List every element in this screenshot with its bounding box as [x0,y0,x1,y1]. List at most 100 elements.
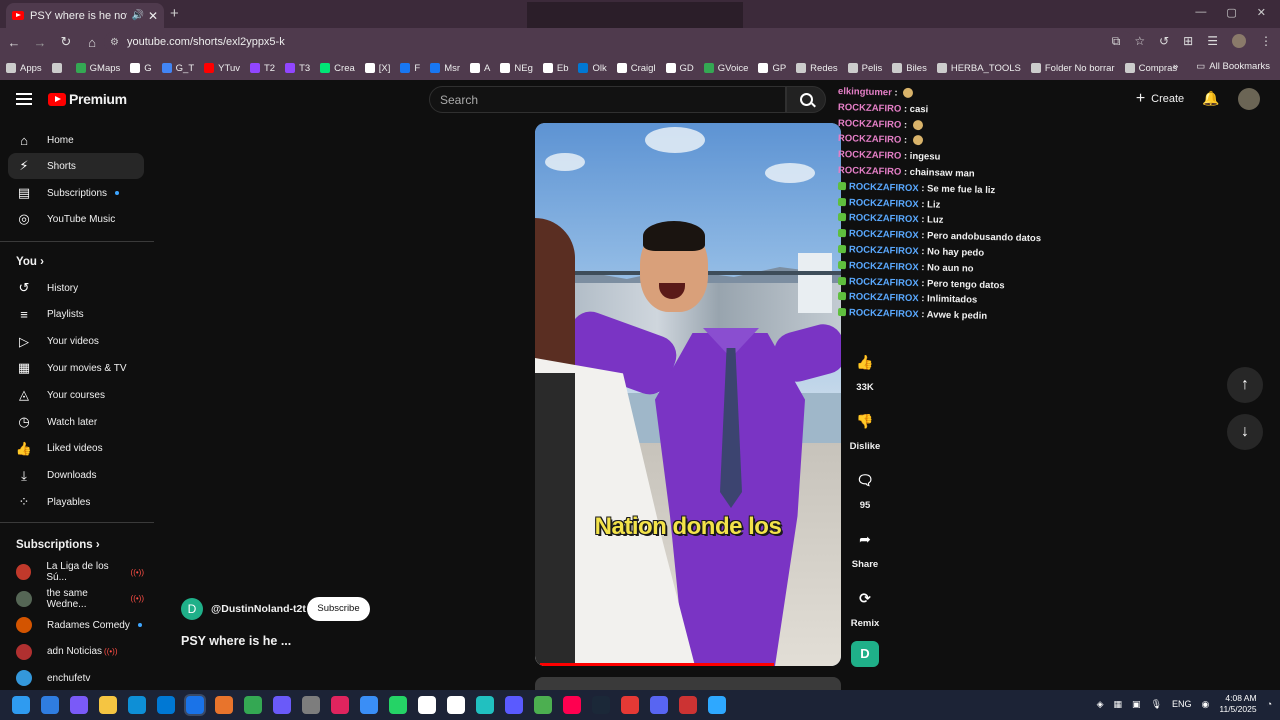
extension-icon[interactable]: ⊞ [1183,34,1193,49]
bookmark-item[interactable]: HERBA_TOOLS [936,63,1021,74]
subscription-item[interactable]: La Liga de los Sú... ((•)) [8,559,144,585]
taskbar-app-icon[interactable] [273,696,291,714]
minimize-button[interactable]: — [1195,6,1206,19]
bookmark-item[interactable]: G_T [161,63,194,74]
sidebar-item[interactable]: ◎ YouTube Music [8,206,144,232]
bookmark-item[interactable]: Olk [578,63,607,74]
subscription-item[interactable]: enchufetv [8,665,144,691]
remix-icon[interactable]: ⟳ [851,584,879,612]
user-avatar[interactable] [1238,88,1260,110]
taskbar-app-icon[interactable] [476,696,494,714]
subscription-item[interactable]: adn Noticias ((•)) [8,639,144,665]
share-arrow-icon[interactable]: ➦ [851,525,879,553]
language-indicator[interactable]: ENG [1172,699,1192,709]
create-button[interactable]: + Create [1128,86,1192,112]
sidebar-item[interactable]: ◷ Watch later [8,409,144,435]
bookmark-item[interactable]: F [400,63,420,74]
bookmark-item[interactable]: Biles [892,63,927,74]
home-icon[interactable]: ⌂ [80,35,104,50]
profile-avatar[interactable] [1232,34,1246,48]
reload-icon[interactable]: ↻ [54,34,78,50]
taskbar-app-icon[interactable] [244,696,262,714]
dislike-thumb-icon[interactable]: 👎 [851,407,879,435]
taskbar-app-icon[interactable] [99,696,117,714]
share-action[interactable]: ➦ Share [845,525,885,571]
comments-action[interactable]: 🗨 95 [845,466,885,512]
clock[interactable]: 4:08 AM 11/5/2025 [1219,693,1256,715]
bookmark-item[interactable]: GP [758,63,786,74]
bookmark-item[interactable]: GVoice [703,63,748,74]
short-video-player[interactable]: Nation donde los [535,123,841,666]
bookmark-item[interactable]: Msr [430,63,460,74]
subscription-item[interactable]: Radames Comedy [8,612,144,638]
channel-thumbnail-button[interactable]: D [851,641,879,667]
notification-center-icon[interactable]: ◔ [1267,699,1272,709]
menu-kebab-icon[interactable]: ⋮ [1260,34,1272,49]
tab-close-icon[interactable]: ✕ [148,9,158,23]
like-action[interactable]: 👍 33K [845,348,885,394]
next-short-arrow-icon[interactable]: ↓ [1227,414,1263,450]
like-thumb-icon[interactable]: 👍 [851,348,879,376]
bookmark-item[interactable]: A [470,63,490,74]
sidebar-item[interactable]: ⌂ Home [8,127,144,153]
bookmark-item[interactable]: G [130,63,152,74]
forward-arrow-icon[interactable]: → [28,35,52,50]
browser-tab[interactable]: PSY where is he now #fyp # 🔊 ✕ [6,3,164,28]
bookmark-item[interactable]: T2 [249,63,275,74]
microphone-icon[interactable]: 🎙 [1151,699,1162,710]
tab-search-icon[interactable]: ☰ [1207,34,1218,49]
taskbar-app-icon[interactable] [128,696,146,714]
bookmark-item[interactable]: Craigl [616,63,656,74]
bookmark-item[interactable]: GMaps [75,63,120,74]
taskbar-app-icon[interactable] [708,696,726,714]
sidebar-item[interactable]: ↺ History [8,275,144,301]
sidebar-item[interactable]: 👍 Liked videos [8,436,144,462]
channel-avatar[interactable]: D [181,598,203,620]
taskbar-app-icon[interactable] [592,696,610,714]
taskbar-app-icon[interactable] [70,696,88,714]
bookmark-item[interactable]: Apps [6,63,42,74]
bookmark-item[interactable]: Crea [320,63,355,74]
audio-playing-icon[interactable]: 🔊 [131,10,143,21]
bookmark-item[interactable]: Compras [1124,63,1177,74]
taskbar-app-icon[interactable] [679,696,697,714]
wifi-volume-icon[interactable]: ◉ [1202,699,1210,710]
channel-handle[interactable]: @DustinNoland-t2t [211,603,306,615]
bookmark-item[interactable]: Pelis [847,63,882,74]
notifications-bell-icon[interactable]: 🔔 [1202,90,1220,108]
subscribe-button[interactable]: Subscribe [307,597,370,621]
bookmark-item[interactable]: [X] [364,63,390,74]
bookmarks-overflow-icon[interactable]: » [1173,61,1178,72]
bookmark-item[interactable]: GD [665,63,694,74]
taskbar-app-icon[interactable] [563,696,581,714]
next-short-preview[interactable] [535,677,841,690]
previous-short-arrow-icon[interactable]: ↑ [1227,367,1263,403]
network-icon[interactable]: ◈ [1097,699,1104,710]
bookmark-star-icon[interactable]: ☆ [1134,34,1145,49]
sidebar-item[interactable]: ⚡ Shorts [8,153,144,179]
bookmark-item[interactable] [51,63,66,73]
search-input[interactable]: Search [429,86,786,113]
bookmark-item[interactable]: NEg [500,63,533,74]
taskbar-app-icon[interactable] [621,696,639,714]
tray-app-icon[interactable]: ▦ [1114,699,1123,710]
search-button[interactable] [786,86,826,113]
taskbar-app-icon[interactable] [157,696,175,714]
all-bookmarks[interactable]: » ▭ All Bookmarks [1173,61,1270,72]
taskbar-app-icon[interactable] [360,696,378,714]
bookmark-item[interactable]: Redes [796,63,838,74]
install-app-icon[interactable]: ⧉ [1112,34,1121,49]
taskbar-app-icon[interactable] [215,696,233,714]
video-progress-bar[interactable] [540,663,774,666]
close-window-button[interactable]: ✕ [1257,6,1266,19]
windows-start-icon[interactable] [12,696,30,714]
address-bar[interactable]: ⚙ youtube.com/shorts/exl2yppx5-k [104,31,1134,53]
bookmark-item[interactable]: Eb [542,63,568,74]
sidebar-item[interactable]: ▦ Your movies & TV [8,355,144,381]
maximize-button[interactable]: ▢ [1226,6,1236,19]
menu-hamburger-icon[interactable] [16,93,32,105]
sidebar-item[interactable]: ≡ Playlists [8,302,144,328]
taskbar-app-icon[interactable] [331,696,349,714]
remix-action[interactable]: ⟳ Remix [845,584,885,630]
sidebar-item[interactable]: ▷ Your videos [8,329,144,355]
